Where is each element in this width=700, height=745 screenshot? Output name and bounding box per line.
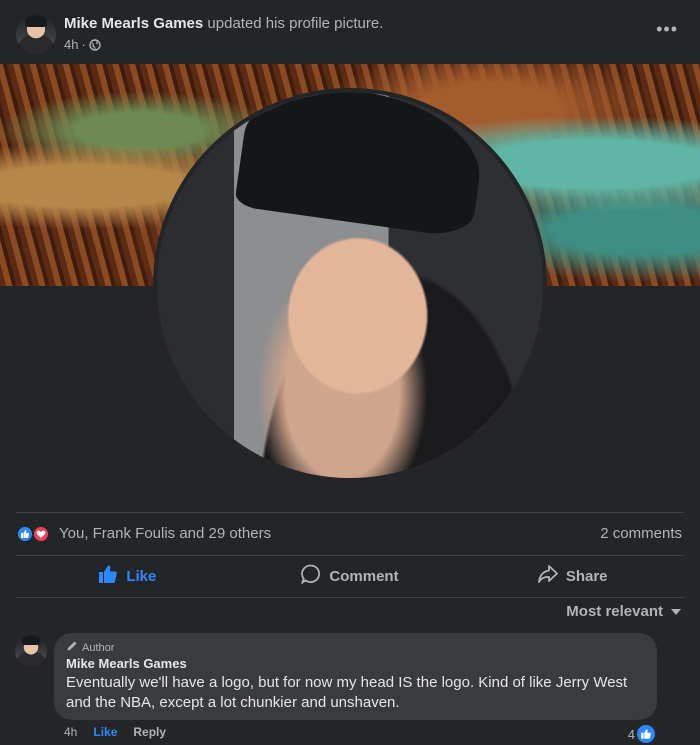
author-badge-label: Author (82, 641, 115, 654)
comment-time[interactable]: 4h (64, 725, 77, 739)
reactions-summary: You, Frank Foulis and 29 others 2 commen… (16, 522, 684, 546)
caret-down-icon (671, 608, 681, 615)
comment-like-link[interactable]: Like (93, 725, 117, 739)
comment-author-name[interactable]: Mike Mearls Games (66, 656, 187, 671)
sort-label: Most relevant (566, 603, 663, 620)
post-action-text: updated his profile picture. (207, 15, 384, 32)
like-button[interactable]: Like (16, 556, 239, 596)
divider (16, 597, 684, 598)
globe-icon (89, 38, 101, 51)
comment-button[interactable]: Comment (239, 556, 462, 596)
comment-sort-dropdown[interactable]: Most relevant (566, 603, 681, 620)
like-icon (637, 725, 655, 743)
divider (16, 512, 684, 513)
author-badge: Author (66, 640, 114, 655)
comment-reaction-count: 4 (627, 726, 635, 742)
comment-icon (301, 564, 321, 588)
comment-label: Comment (329, 567, 399, 585)
pen-icon (66, 640, 78, 655)
author-avatar[interactable] (16, 14, 56, 54)
post-meta: 4h · (64, 37, 101, 52)
thumbs-up-icon (98, 564, 118, 588)
like-label: Like (126, 567, 157, 585)
comment-reply-link[interactable]: Reply (133, 725, 166, 739)
comment-bubble: Author Mike Mearls Games Eventually we'l… (54, 633, 657, 720)
comments-count[interactable]: 2 comments (600, 525, 682, 542)
author-line: Mike Mearls Games updated his profile pi… (64, 15, 383, 32)
comment-text: Eventually we'll have a logo, but for no… (66, 674, 628, 711)
meta-separator: · (81, 37, 86, 52)
comment-footer: 4h Like Reply (64, 725, 166, 739)
post-time[interactable]: 4h (64, 37, 78, 52)
share-label: Share (565, 567, 608, 585)
comment-reactions[interactable]: 4 (628, 725, 655, 743)
author-name[interactable]: Mike Mearls Games (64, 15, 203, 32)
commenter-avatar[interactable] (15, 635, 47, 667)
more-options-icon[interactable]: ••• (656, 20, 678, 38)
share-button[interactable]: Share (461, 556, 684, 596)
profile-picture[interactable] (153, 88, 547, 482)
post-actions: Like Comment Share (16, 556, 684, 596)
reaction-icons[interactable] (16, 525, 52, 543)
love-icon (32, 525, 50, 543)
post-header: Mike Mearls Games updated his profile pi… (0, 0, 700, 64)
reactions-text[interactable]: You, Frank Foulis and 29 others (59, 525, 271, 542)
share-icon (537, 564, 558, 588)
